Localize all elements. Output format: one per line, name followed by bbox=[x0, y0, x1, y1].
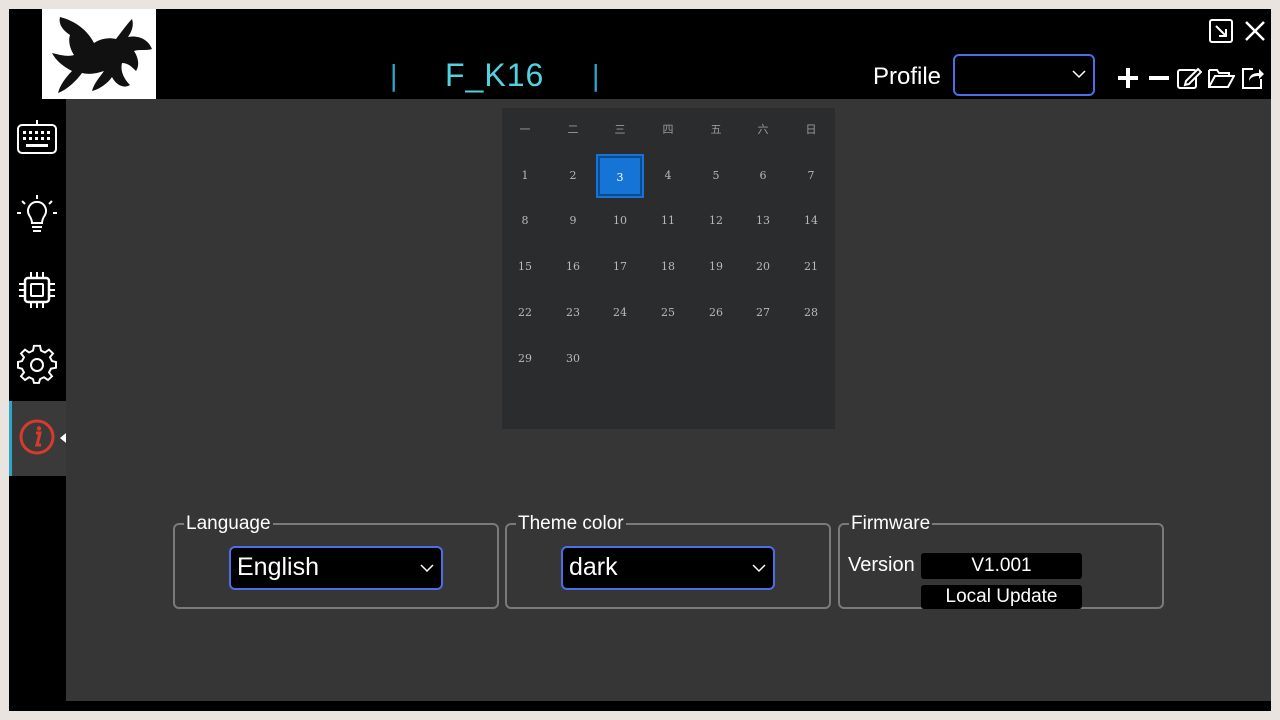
local-update-button[interactable]: Local Update bbox=[921, 585, 1082, 609]
title-separator-left: | bbox=[389, 59, 399, 92]
calendar-day[interactable]: 25 bbox=[646, 293, 690, 333]
calendar-day[interactable]: 4 bbox=[646, 156, 690, 196]
calendar-day[interactable]: 18 bbox=[646, 247, 690, 287]
calendar-day[interactable]: 21 bbox=[789, 247, 833, 287]
calendar-day[interactable]: 1 bbox=[503, 156, 547, 196]
calendar-day[interactable]: 10 bbox=[598, 201, 642, 241]
edit-profile-button[interactable] bbox=[1176, 65, 1203, 91]
calendar-weekday: 二 bbox=[567, 123, 579, 136]
sidebar-item-settings[interactable] bbox=[9, 328, 66, 400]
chip-icon bbox=[19, 272, 55, 308]
calendar-day[interactable]: 19 bbox=[694, 247, 738, 287]
calendar-day[interactable]: 22 bbox=[503, 293, 547, 333]
theme-group: Theme color dark bbox=[505, 513, 831, 609]
open-profile-button[interactable] bbox=[1207, 65, 1236, 91]
chevron-down-icon bbox=[1072, 70, 1086, 79]
remove-profile-button[interactable] bbox=[1146, 65, 1172, 91]
profile-label: Profile bbox=[873, 63, 942, 90]
calendar-day[interactable]: 26 bbox=[694, 293, 738, 333]
calendar-day-selected[interactable]: 3 bbox=[596, 154, 644, 198]
restore-icon bbox=[1209, 19, 1233, 43]
language-legend: Language bbox=[186, 513, 271, 534]
add-profile-button[interactable] bbox=[1115, 65, 1141, 91]
calendar-day[interactable]: 16 bbox=[551, 247, 595, 287]
theme-legend: Theme color bbox=[518, 513, 624, 534]
calendar-day[interactable]: 12 bbox=[694, 201, 738, 241]
language-value: English bbox=[237, 553, 319, 581]
sidebar-item-info[interactable] bbox=[9, 401, 66, 476]
calendar: 一二三四五六日 1 2 3 4 5 6 7 8 9 10 11 12 13 14 15 16 17 18 19 20 21… bbox=[502, 108, 835, 429]
calendar-day[interactable]: 29 bbox=[503, 339, 547, 379]
calendar-day[interactable]: 28 bbox=[789, 293, 833, 333]
export-icon bbox=[1242, 68, 1264, 89]
calendar-weekday: 三 bbox=[614, 123, 626, 136]
theme-select[interactable]: dark bbox=[561, 546, 775, 590]
main-content: 一二三四五六日 1 2 3 4 5 6 7 8 9 10 11 12 13 14 15 16 17 18 19 20 21… bbox=[66, 99, 1271, 701]
calendar-day[interactable]: 14 bbox=[789, 201, 833, 241]
version-value: V1.001 bbox=[921, 553, 1082, 579]
export-profile-button[interactable] bbox=[1239, 65, 1265, 91]
calendar-day[interactable]: 8 bbox=[503, 201, 547, 241]
sidebar-item-keyboard[interactable] bbox=[9, 101, 66, 173]
close-icon bbox=[1245, 21, 1265, 41]
calendar-weekday: 五 bbox=[710, 123, 722, 136]
chevron-down-icon bbox=[752, 564, 766, 573]
calendar-day[interactable]: 30 bbox=[551, 339, 595, 379]
firmware-legend: Firmware bbox=[851, 513, 931, 534]
chevron-down-icon bbox=[420, 564, 434, 573]
calendar-day[interactable]: 5 bbox=[694, 156, 738, 196]
calendar-day[interactable]: 15 bbox=[503, 247, 547, 287]
calendar-day[interactable]: 11 bbox=[646, 201, 690, 241]
calendar-day[interactable]: 2 bbox=[551, 156, 595, 196]
sidebar bbox=[9, 99, 66, 711]
calendar-weekday: 一 bbox=[519, 123, 531, 136]
plus-icon bbox=[1118, 68, 1138, 88]
calendar-weekday: 日 bbox=[805, 123, 817, 136]
calendar-day[interactable]: 6 bbox=[741, 156, 785, 196]
sidebar-item-performance[interactable] bbox=[9, 253, 66, 325]
language-select[interactable]: English bbox=[229, 546, 443, 590]
close-button[interactable] bbox=[1242, 18, 1268, 44]
calendar-day[interactable]: 13 bbox=[741, 201, 785, 241]
info-icon bbox=[19, 419, 55, 455]
device-name: F_K16 bbox=[445, 57, 545, 93]
calendar-day[interactable]: 7 bbox=[789, 156, 833, 196]
keyboard-icon bbox=[17, 120, 57, 154]
version-label: Version bbox=[848, 554, 915, 576]
minus-icon bbox=[1149, 76, 1169, 80]
app-window: | F_K16 | Profile 一 二 三 四 五 六 日 1 2 3 4 … bbox=[9, 9, 1271, 711]
sidebar-item-lighting[interactable] bbox=[9, 177, 66, 249]
calendar-day[interactable]: 17 bbox=[598, 247, 642, 287]
theme-value: dark bbox=[569, 553, 618, 581]
title-area: | F_K16 | bbox=[379, 57, 619, 97]
gear-icon bbox=[17, 344, 57, 384]
language-group: Language English bbox=[173, 513, 499, 609]
firmware-group: Firmware Version V1.001 Local Update bbox=[838, 513, 1164, 609]
calendar-day[interactable]: 23 bbox=[551, 293, 595, 333]
calendar-weekday: 四 bbox=[662, 123, 674, 136]
calendar-day[interactable]: 20 bbox=[741, 247, 785, 287]
title-separator-right: | bbox=[591, 59, 601, 92]
calendar-day[interactable]: 24 bbox=[598, 293, 642, 333]
profile-select[interactable] bbox=[953, 54, 1095, 96]
calendar-day[interactable]: 9 bbox=[551, 201, 595, 241]
active-indicator bbox=[9, 401, 12, 476]
pegasus-logo bbox=[42, 9, 156, 99]
folder-open-icon bbox=[1208, 69, 1236, 88]
edit-icon bbox=[1177, 67, 1203, 89]
light-bulb-icon bbox=[17, 195, 57, 232]
calendar-day[interactable]: 27 bbox=[741, 293, 785, 333]
restore-button[interactable] bbox=[1207, 17, 1235, 45]
bottom-border bbox=[9, 701, 1271, 711]
calendar-weekday: 六 bbox=[757, 123, 769, 136]
